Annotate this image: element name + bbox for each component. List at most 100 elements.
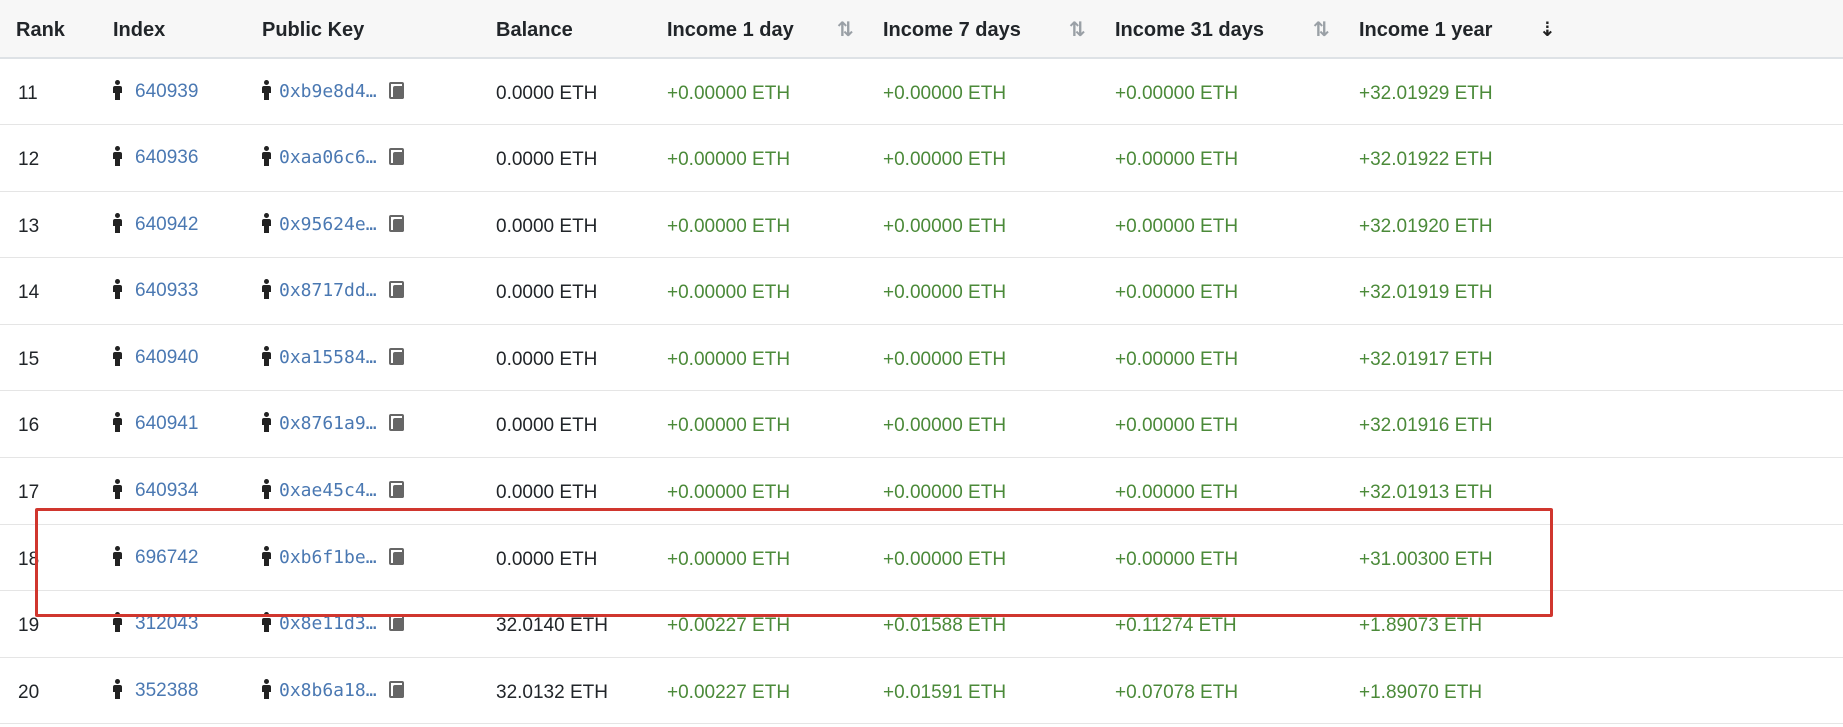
copy-icon[interactable] [388, 281, 405, 299]
income-1-day-cell: +0.00227 ETH [667, 657, 883, 724]
sort-arrows-icon[interactable]: ⇅ [1313, 17, 1330, 42]
income-31-days-cell: +0.00000 ETH [1115, 524, 1359, 591]
public-key-cell: 0x8717dd… [262, 258, 496, 325]
column-header-balance[interactable]: Balance [496, 0, 667, 59]
table-header: Rank Index Public Key Balance Income 1 d… [0, 0, 1843, 59]
validator-index-link[interactable]: 640941 [135, 413, 198, 434]
public-key-cell: 0xaa06c6… [262, 125, 496, 192]
column-header-public-key[interactable]: Public Key [262, 0, 496, 59]
column-header-label: Rank [16, 19, 65, 41]
column-header-label: Income 7 days [883, 19, 1021, 41]
public-key-group: 0xae45c4… [262, 479, 405, 502]
public-key-link[interactable]: 0x95624e… [279, 214, 377, 235]
validators-table: Rank Index Public Key Balance Income 1 d… [0, 0, 1843, 724]
public-key-cell: 0xb6f1be… [262, 524, 496, 591]
public-key-link[interactable]: 0xaa06c6… [279, 147, 377, 168]
person-icon [262, 146, 271, 167]
rank-value: 18 [18, 548, 40, 570]
income-1-day-value: +0.00227 ETH [667, 681, 791, 703]
income-31-days-cell: +0.07078 ETH [1115, 657, 1359, 724]
copy-icon[interactable] [388, 547, 405, 566]
income-1-day-cell: +0.00000 ETH [667, 524, 883, 591]
balance-cell: 32.0132 ETH [496, 657, 667, 724]
public-key-link[interactable]: 0x8717dd… [279, 280, 377, 301]
rank-cell: 18 [0, 524, 113, 591]
validator-index-link[interactable]: 696742 [135, 547, 198, 568]
column-header-label: Balance [496, 19, 573, 41]
copy-icon[interactable] [388, 481, 405, 499]
table-row: 13 640942 0x95624e… 0.0000 ETH +0.00000 … [0, 191, 1843, 258]
table-row: 15 640940 0xa15584… 0.0000 ETH +0.00000 … [0, 324, 1843, 391]
column-header-income-31-days[interactable]: Income 31 days ⇅ [1115, 0, 1359, 59]
income-7-days-value: +0.00000 ETH [883, 149, 1007, 171]
public-key-link[interactable]: 0xb6f1be… [279, 547, 377, 568]
balance-cell: 0.0000 ETH [496, 125, 667, 192]
column-header-index[interactable]: Index [113, 0, 262, 59]
person-icon [262, 479, 271, 500]
copy-icon[interactable] [388, 680, 405, 699]
person-icon [113, 279, 122, 300]
validator-index-link[interactable]: 352388 [135, 680, 198, 701]
validator-index-link[interactable]: 640933 [135, 280, 198, 301]
column-header-rank[interactable]: Rank [0, 0, 113, 59]
validator-index-link[interactable]: 640940 [135, 347, 198, 368]
public-key-link[interactable]: 0xa15584… [279, 347, 377, 368]
column-header-income-1-year[interactable]: Income 1 year ⇣ [1359, 0, 1843, 59]
validator-index-link[interactable]: 640936 [135, 147, 198, 168]
income-1-day-value: +0.00000 ETH [667, 548, 791, 570]
index-cell: 352388 [113, 657, 262, 724]
validator-index-link[interactable]: 640942 [135, 214, 198, 235]
sort-arrows-icon[interactable]: ⇅ [837, 17, 854, 42]
table-row: 16 640941 0x8761a9… 0.0000 ETH +0.00000 … [0, 391, 1843, 458]
person-icon [113, 146, 122, 167]
public-key-link[interactable]: 0x8e11d3… [279, 613, 377, 634]
column-header-income-1-day[interactable]: Income 1 day ⇅ [667, 0, 883, 59]
public-key-cell: 0x95624e… [262, 191, 496, 258]
income-1-day-cell: +0.00000 ETH [667, 324, 883, 391]
public-key-group: 0xb6f1be… [262, 545, 405, 569]
income-1-day-value: +0.00227 ETH [667, 615, 791, 637]
sort-descending-icon[interactable]: ⇣ [1539, 17, 1556, 42]
copy-icon[interactable] [388, 214, 405, 233]
balance-value: 0.0000 ETH [496, 149, 598, 171]
index-cell: 640936 [113, 125, 262, 192]
income-7-days-value: +0.01588 ETH [883, 615, 1007, 637]
validator-index-link[interactable]: 640939 [135, 81, 198, 102]
public-key-link[interactable]: 0xb9e8d4… [279, 81, 377, 102]
copy-icon[interactable] [388, 414, 405, 432]
income-7-days-cell: +0.00000 ETH [883, 324, 1115, 391]
copy-icon[interactable] [388, 148, 405, 166]
balance-value: 0.0000 ETH [496, 215, 598, 237]
table-row: 11 640939 0xb9e8d4… 0.0000 ETH +0.00000 … [0, 58, 1843, 125]
income-1-day-cell: +0.00000 ETH [667, 191, 883, 258]
income-1-day-value: +0.00000 ETH [667, 83, 791, 104]
income-7-days-value: +0.00000 ETH [883, 348, 1007, 370]
rank-cell: 15 [0, 324, 113, 391]
copy-icon[interactable] [388, 82, 405, 100]
index-cell: 696742 [113, 524, 262, 591]
income-31-days-cell: +0.00000 ETH [1115, 458, 1359, 525]
column-header-income-7-days[interactable]: Income 7 days ⇅ [883, 0, 1115, 59]
public-key-link[interactable]: 0x8b6a18… [279, 680, 377, 701]
sort-arrows-icon[interactable]: ⇅ [1069, 17, 1086, 42]
income-31-days-value: +0.11274 ETH [1115, 615, 1237, 637]
table-row: 20 352388 0x8b6a18… 32.0132 ETH +0.00227… [0, 657, 1843, 724]
rank-cell: 12 [0, 125, 113, 192]
income-1-day-value: +0.00000 ETH [667, 215, 791, 237]
person-icon [262, 612, 271, 633]
table-row: 14 640933 0x8717dd… 0.0000 ETH +0.00000 … [0, 258, 1843, 325]
person-icon [113, 212, 122, 233]
copy-icon[interactable] [388, 347, 405, 366]
income-1-year-cell: +1.89073 ETH [1359, 591, 1843, 658]
balance-cell: 32.0140 ETH [496, 591, 667, 658]
rank-cell: 17 [0, 458, 113, 525]
header-row: Rank Index Public Key Balance Income 1 d… [0, 0, 1843, 59]
income-31-days-cell: +0.00000 ETH [1115, 58, 1359, 125]
public-key-link[interactable]: 0xae45c4… [279, 480, 377, 501]
copy-icon[interactable] [388, 614, 405, 632]
public-key-link[interactable]: 0x8761a9… [279, 413, 377, 434]
rank-value: 16 [18, 415, 40, 437]
validator-index-link[interactable]: 312043 [135, 613, 198, 634]
index-group: 640934 [113, 479, 198, 502]
validator-index-link[interactable]: 640934 [135, 480, 198, 501]
